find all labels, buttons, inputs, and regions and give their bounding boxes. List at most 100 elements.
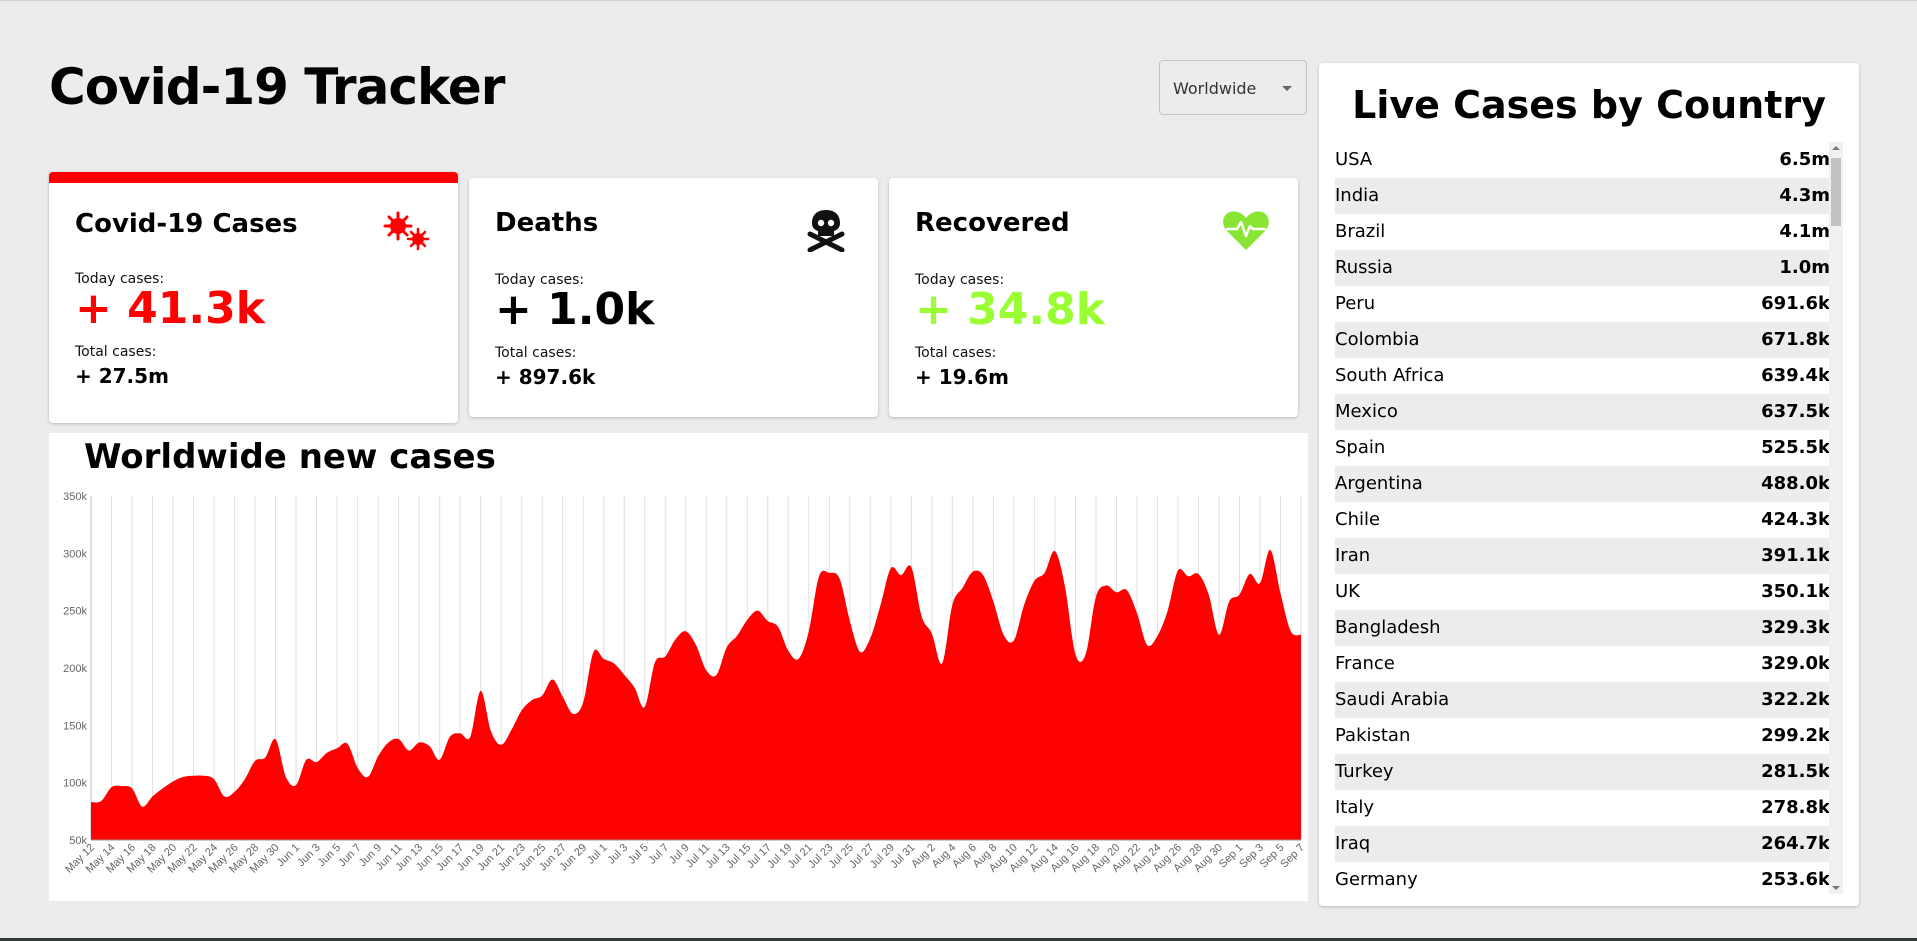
x-tick-label: Jul 5 xyxy=(626,842,651,867)
country-name: Iran xyxy=(1335,545,1371,566)
x-tick-label: Jun 7 xyxy=(336,842,364,870)
table-row: Spain 525.5k xyxy=(1335,430,1830,466)
country-cases: 488.0k xyxy=(1761,473,1830,494)
country-cases: 1.0m xyxy=(1779,257,1830,278)
country-name: Saudi Arabia xyxy=(1335,689,1450,710)
x-tick-label: Jun 3 xyxy=(295,842,323,870)
country-name: France xyxy=(1335,653,1395,674)
country-cases: 525.5k xyxy=(1761,437,1830,458)
country-name: Italy xyxy=(1335,797,1375,818)
card-title: Deaths xyxy=(495,208,599,238)
table-title: Live Cases by Country xyxy=(1352,83,1826,127)
table-row: Argentina 488.0k xyxy=(1335,466,1830,502)
total-label: Total cases: xyxy=(495,345,577,361)
country-name: India xyxy=(1335,185,1380,206)
virus-icon xyxy=(383,211,430,251)
cases-card[interactable]: Covid-19 Cases Today cases: + 41.3k Tota… xyxy=(49,172,458,423)
table-row: Italy 278.8k xyxy=(1335,790,1830,826)
table-row: Russia 1.0m xyxy=(1335,250,1830,286)
table-row: France 329.0k xyxy=(1335,646,1830,682)
scroll-up-arrow-icon[interactable] xyxy=(1832,146,1840,150)
chevron-down-icon xyxy=(1282,86,1292,91)
table-row: Saudi Arabia 322.2k xyxy=(1335,682,1830,718)
country-name: Mexico xyxy=(1335,401,1398,422)
total-recovered-value: + 19.6m xyxy=(915,365,1009,389)
card-title: Recovered xyxy=(915,208,1070,238)
country-name: Bangladesh xyxy=(1335,617,1441,638)
country-name: Spain xyxy=(1335,437,1386,458)
table-scrollbar[interactable] xyxy=(1829,142,1843,894)
country-name: Germany xyxy=(1335,869,1418,890)
y-tick-label: 250k xyxy=(63,606,87,618)
table-row: Iran 391.1k xyxy=(1335,538,1830,574)
country-cases: 253.6k xyxy=(1761,869,1830,890)
country-name: South Africa xyxy=(1335,365,1445,386)
country-cases: 329.0k xyxy=(1761,653,1830,674)
x-tick-label: Sep 7 xyxy=(1278,842,1307,871)
country-cases: 637.5k xyxy=(1761,401,1830,422)
total-cases-value: + 27.5m xyxy=(75,364,169,388)
y-tick-label: 350k xyxy=(63,491,87,503)
table-row: Brazil 4.1m xyxy=(1335,214,1830,250)
country-cases: 329.3k xyxy=(1761,617,1830,638)
table-row: Turkey 281.5k xyxy=(1335,754,1830,790)
table-row: Colombia 671.8k xyxy=(1335,322,1830,358)
table-row: Mexico 637.5k xyxy=(1335,394,1830,430)
scroll-thumb[interactable] xyxy=(1831,158,1841,226)
country-cases: 691.6k xyxy=(1761,293,1830,314)
live-cases-table-card: Live Cases by Country USA 6.5m India 4.3m Br… xyxy=(1319,63,1859,906)
new-cases-chart-card: Worldwide new cases 50k 100k 150k 200k 250k 3… xyxy=(49,433,1308,901)
country-cases: 424.3k xyxy=(1761,509,1830,530)
country-name: UK xyxy=(1335,581,1360,602)
y-tick-label: 150k xyxy=(63,720,87,732)
country-cases: 6.5m xyxy=(1779,149,1830,170)
country-cases: 4.3m xyxy=(1779,185,1830,206)
table-row: USA 6.5m xyxy=(1335,142,1830,178)
y-tick-label: 300k xyxy=(63,548,87,560)
country-table[interactable]: USA 6.5m India 4.3m Brazil 4.1m Russia 1.0m Peru… xyxy=(1335,142,1844,894)
today-cases-value: + 41.3k xyxy=(75,283,266,334)
country-cases: 4.1m xyxy=(1779,221,1830,242)
country-cases: 350.1k xyxy=(1761,581,1830,602)
table-row: Chile 424.3k xyxy=(1335,502,1830,538)
x-tick-label: Jul 7 xyxy=(646,842,671,867)
table-row: Pakistan 299.2k xyxy=(1335,718,1830,754)
scroll-down-arrow-icon[interactable] xyxy=(1832,886,1840,890)
country-name: USA xyxy=(1335,149,1373,170)
new-cases-area-series xyxy=(91,549,1301,840)
country-cases: 278.8k xyxy=(1761,797,1830,818)
window-top-border xyxy=(0,0,1917,1)
recovered-card[interactable]: Recovered Today cases: + 34.8k Total cas… xyxy=(889,178,1298,417)
y-tick-label: 200k xyxy=(63,663,87,675)
x-tick-label: Jul 1 xyxy=(585,842,610,867)
total-deaths-value: + 897.6k xyxy=(495,365,596,389)
country-name: Chile xyxy=(1335,509,1381,530)
new-cases-chart: 50k100k150k200k250k300k350kMay 12May 14M… xyxy=(63,491,1307,876)
country-cases: 322.2k xyxy=(1761,689,1830,710)
table-row: Peru 691.6k xyxy=(1335,286,1830,322)
x-tick-label: Jul 3 xyxy=(605,842,630,867)
country-cases: 264.7k xyxy=(1761,833,1830,854)
country-name: Pakistan xyxy=(1335,725,1411,746)
total-label: Total cases: xyxy=(75,344,157,360)
country-cases: 671.8k xyxy=(1761,329,1830,350)
x-tick-label: Jun 5 xyxy=(316,842,344,870)
app-title: Covid-19 Tracker xyxy=(49,58,505,116)
deaths-card[interactable]: Deaths Today cases: + 1.0k Total cases: … xyxy=(469,178,878,417)
card-title: Covid-19 Cases xyxy=(75,209,298,239)
country-cases: 391.1k xyxy=(1761,545,1830,566)
country-select-value: Worldwide xyxy=(1173,79,1257,98)
today-recovered-value: + 34.8k xyxy=(915,284,1106,335)
country-name: Brazil xyxy=(1335,221,1386,242)
table-row: UK 350.1k xyxy=(1335,574,1830,610)
country-cases: 281.5k xyxy=(1761,761,1830,782)
table-row: Bangladesh 329.3k xyxy=(1335,610,1830,646)
country-name: Argentina xyxy=(1335,473,1423,494)
x-tick-label: Jun 1 xyxy=(275,842,303,870)
table-row: India 4.3m xyxy=(1335,178,1830,214)
country-name: Iraq xyxy=(1335,833,1371,854)
skull-crossbones-icon xyxy=(807,210,845,252)
country-select[interactable]: Worldwide xyxy=(1159,60,1307,115)
country-name: Peru xyxy=(1335,293,1376,314)
country-name: Turkey xyxy=(1335,761,1394,782)
